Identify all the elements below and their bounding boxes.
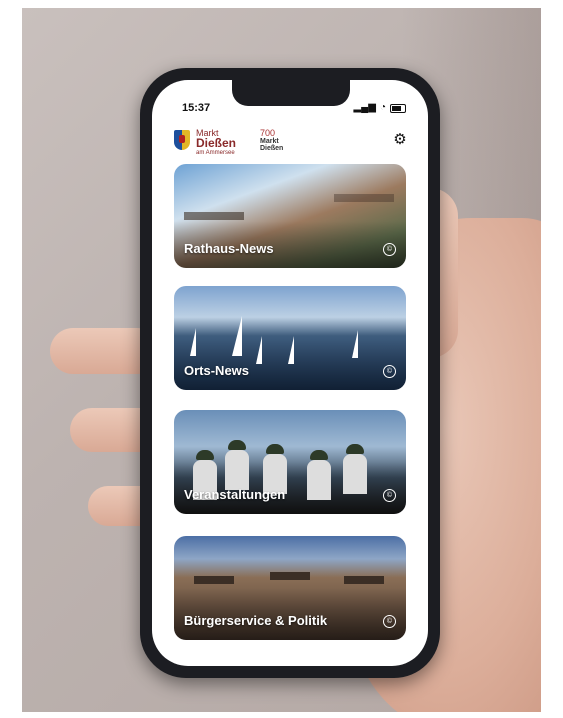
- jubilee-number: 700: [260, 128, 276, 138]
- signal-icon: ▂▄▆: [353, 102, 376, 113]
- app-header: Markt Dießen am Ammersee 700 Markt Dieße…: [152, 120, 428, 160]
- logo-line-2: Dießen: [196, 136, 237, 150]
- hat: [266, 444, 284, 454]
- photo-background: 15:37 ▂▄▆ ◔ Markt Dießen am Ammersee 700…: [22, 8, 541, 712]
- gear-icon[interactable]: ⚙: [392, 132, 408, 148]
- jubilee-logo: 700 Markt Dießen: [260, 128, 306, 154]
- status-icons: ▂▄▆ ◔: [353, 102, 406, 113]
- hat: [196, 450, 214, 460]
- card-orts-news[interactable]: Orts-News ©: [174, 286, 406, 390]
- sailboat: [256, 336, 262, 364]
- building-windows: [344, 576, 384, 584]
- jubilee-line-1: Markt: [260, 138, 279, 145]
- sailboat: [288, 336, 294, 364]
- copyright-icon[interactable]: ©: [383, 615, 396, 628]
- copyright-icon[interactable]: ©: [383, 243, 396, 256]
- card-label: Rathaus-News: [184, 241, 274, 256]
- sailboat: [232, 316, 242, 356]
- person: [307, 460, 331, 500]
- building-windows: [184, 212, 244, 220]
- building-windows: [334, 194, 394, 202]
- hat: [228, 440, 246, 450]
- sailboat: [352, 330, 358, 358]
- jubilee-line-2: Dießen: [260, 145, 284, 152]
- person: [225, 450, 249, 490]
- sailboat: [190, 328, 196, 356]
- copyright-icon[interactable]: ©: [383, 365, 396, 378]
- hat: [346, 444, 364, 454]
- battery-icon: [390, 104, 406, 113]
- wifi-icon: ◔: [379, 102, 386, 113]
- copyright-icon[interactable]: ©: [383, 489, 396, 502]
- card-label: Bürgerservice & Politik: [184, 613, 328, 628]
- card-label: Orts-News: [184, 363, 250, 378]
- phone-screen: 15:37 ▂▄▆ ◔ Markt Dießen am Ammersee 700…: [152, 80, 428, 666]
- status-time: 15:37: [182, 102, 211, 114]
- card-rathaus-news[interactable]: Rathaus-News ©: [174, 164, 406, 268]
- logo-line-3: am Ammersee: [196, 150, 235, 156]
- card-buergerservice-politik[interactable]: Bürgerservice & Politik ©: [174, 536, 406, 640]
- hat: [310, 450, 328, 460]
- smartphone: 15:37 ▂▄▆ ◔ Markt Dießen am Ammersee 700…: [140, 68, 440, 678]
- building-windows: [270, 572, 310, 580]
- card-veranstaltungen[interactable]: Veranstaltungen ©: [174, 410, 406, 514]
- phone-notch: [232, 80, 350, 106]
- person: [343, 454, 367, 494]
- card-label: Veranstaltungen: [184, 487, 286, 502]
- building-windows: [194, 576, 234, 584]
- app-logo[interactable]: Markt Dießen am Ammersee: [196, 128, 236, 158]
- coat-of-arms-icon: [174, 130, 190, 150]
